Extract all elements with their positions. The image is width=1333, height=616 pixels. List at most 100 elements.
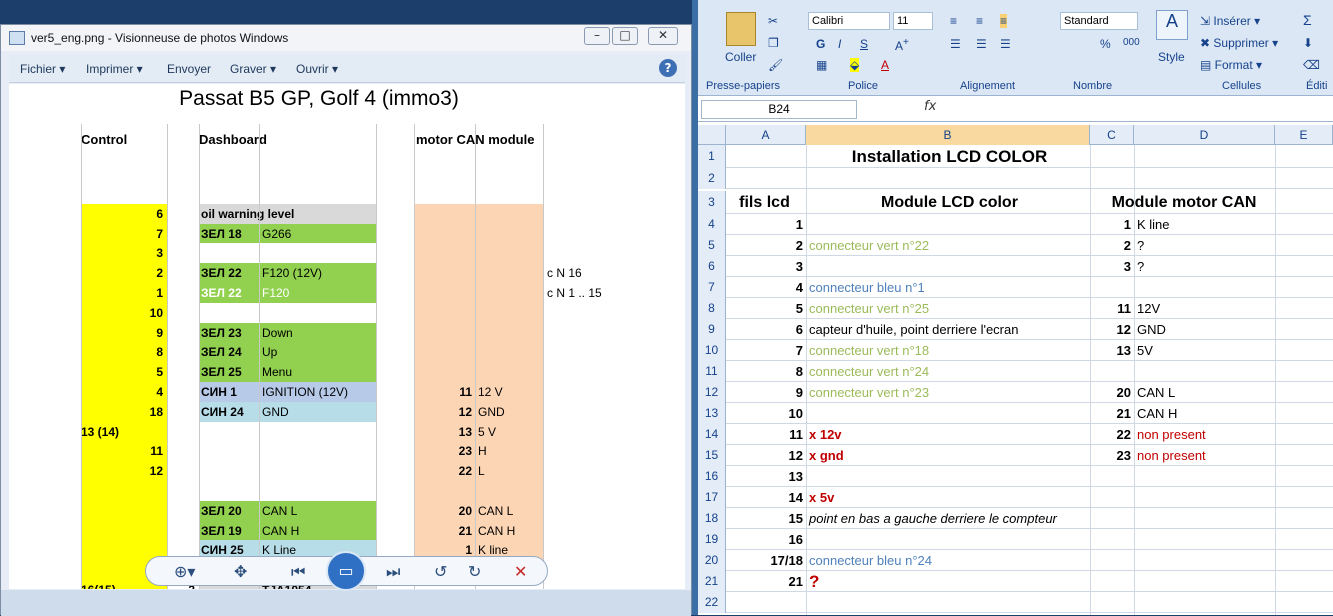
cell-c[interactable]: 2 bbox=[1090, 235, 1134, 256]
cell-d[interactable] bbox=[1134, 529, 1275, 550]
cell-a[interactable]: 14 bbox=[726, 487, 806, 508]
menu-graver[interactable]: Graver ▾ bbox=[230, 62, 276, 76]
cell-d[interactable]: ? bbox=[1134, 256, 1275, 277]
align-right-icon[interactable]: ☰ bbox=[1000, 37, 1011, 51]
cell-a[interactable] bbox=[726, 168, 806, 189]
align-bottom-icon[interactable]: ≡ bbox=[1000, 14, 1008, 28]
cell-a[interactable]: 5 bbox=[726, 298, 806, 319]
cell-d[interactable] bbox=[1134, 508, 1275, 529]
borders-icon[interactable]: ▦ bbox=[816, 58, 827, 72]
row-header[interactable]: 22 bbox=[698, 592, 726, 613]
cell-c[interactable] bbox=[1090, 529, 1134, 550]
row-header[interactable]: 19 bbox=[698, 529, 726, 550]
cell-a[interactable]: 7 bbox=[726, 340, 806, 361]
help-icon[interactable]: ? bbox=[659, 59, 677, 77]
cell-c[interactable] bbox=[1090, 277, 1134, 298]
cell-d[interactable] bbox=[1134, 592, 1275, 613]
cell-b[interactable]: connecteur vert n°25 bbox=[806, 298, 1090, 319]
cell-c[interactable]: 1 bbox=[1090, 214, 1134, 235]
row-header[interactable]: 14 bbox=[698, 424, 726, 445]
cell-b[interactable] bbox=[806, 529, 1090, 550]
next-icon[interactable]: ⏭ bbox=[386, 562, 400, 582]
cell-b[interactable]: connecteur bleu n°24 bbox=[806, 550, 1090, 571]
column-header-c[interactable]: C bbox=[1090, 125, 1134, 145]
cell-b[interactable]: Installation LCD COLOR bbox=[806, 145, 1090, 168]
column-header-a[interactable]: A bbox=[726, 125, 806, 145]
cell-a[interactable]: 16 bbox=[726, 529, 806, 550]
name-box[interactable]: B24 bbox=[701, 100, 857, 119]
maximize-button[interactable]: □ bbox=[612, 27, 638, 45]
cell-c[interactable] bbox=[1090, 145, 1134, 168]
cell-b[interactable]: connecteur vert n°24 bbox=[806, 361, 1090, 382]
cell-d[interactable]: K line bbox=[1134, 214, 1275, 235]
cell-a[interactable]: 12 bbox=[726, 445, 806, 466]
cell-b[interactable]: capteur d'huile, point derriere l'ecran bbox=[806, 319, 1090, 340]
row-header[interactable]: 16 bbox=[698, 466, 726, 487]
cell-d[interactable] bbox=[1134, 550, 1275, 571]
cell-b[interactable]: connecteur bleu n°1 bbox=[806, 277, 1090, 298]
cell-d[interactable] bbox=[1134, 571, 1275, 592]
cell-c[interactable]: 23 bbox=[1090, 445, 1134, 466]
cell-a[interactable]: 21 bbox=[726, 571, 806, 592]
row-header[interactable]: 13 bbox=[698, 403, 726, 424]
style-icon[interactable]: A bbox=[1156, 10, 1188, 40]
cell-b[interactable] bbox=[806, 592, 1090, 613]
cell-b[interactable]: Module LCD color bbox=[806, 191, 1090, 214]
cell-b[interactable]: point en bas a gauche derriere le compte… bbox=[806, 508, 1090, 529]
fx-icon[interactable]: fx bbox=[924, 99, 936, 114]
paste-button[interactable]: Coller bbox=[725, 50, 756, 64]
cell-a[interactable]: 6 bbox=[726, 319, 806, 340]
zoom-icon[interactable]: ⊕▾ bbox=[174, 562, 195, 581]
clear-icon[interactable]: ⌫ bbox=[1303, 58, 1320, 72]
cell-c[interactable] bbox=[1090, 508, 1134, 529]
cell-c[interactable] bbox=[1090, 466, 1134, 487]
fill-color-icon[interactable]: ⬙ bbox=[850, 58, 860, 72]
row-header[interactable]: 4 bbox=[698, 214, 726, 235]
fill-icon[interactable]: ⬇ bbox=[1303, 36, 1313, 50]
cell-d[interactable] bbox=[1134, 277, 1275, 298]
row-header[interactable]: 17 bbox=[698, 487, 726, 508]
cell-a[interactable] bbox=[726, 145, 806, 168]
column-header-b[interactable]: B bbox=[806, 125, 1090, 145]
cell-d[interactable]: CAN L bbox=[1134, 382, 1275, 403]
cell-a[interactable]: 3 bbox=[726, 256, 806, 277]
row-header[interactable]: 8 bbox=[698, 298, 726, 319]
cell-a[interactable]: 9 bbox=[726, 382, 806, 403]
cell-d[interactable] bbox=[1134, 145, 1275, 168]
cell-b[interactable] bbox=[806, 168, 1090, 189]
row-header[interactable]: 20 bbox=[698, 550, 726, 571]
cell-b[interactable]: ? bbox=[806, 571, 1090, 592]
align-left-icon[interactable]: ☰ bbox=[950, 37, 961, 51]
row-header[interactable]: 21 bbox=[698, 571, 726, 592]
cell-b[interactable]: connecteur vert n°22 bbox=[806, 235, 1090, 256]
align-center-icon[interactable]: ☰ bbox=[976, 37, 987, 51]
cell-c[interactable]: 11 bbox=[1090, 298, 1134, 319]
cell-c[interactable] bbox=[1090, 550, 1134, 571]
grow-font-icon[interactable]: A+ bbox=[895, 37, 909, 53]
cell-c[interactable] bbox=[1090, 487, 1134, 508]
cell-d[interactable]: CAN H bbox=[1134, 403, 1275, 424]
cell-c[interactable]: 22 bbox=[1090, 424, 1134, 445]
format-painter-icon[interactable]: 🖌 bbox=[768, 58, 783, 72]
row-header[interactable]: 7 bbox=[698, 277, 726, 298]
cell-d[interactable]: 12V bbox=[1134, 298, 1275, 319]
cell-a[interactable]: 2 bbox=[726, 235, 806, 256]
cell-d[interactable] bbox=[1134, 168, 1275, 189]
cell-c[interactable] bbox=[1090, 361, 1134, 382]
cell-d[interactable]: non present bbox=[1134, 424, 1275, 445]
cell-a[interactable]: 13 bbox=[726, 466, 806, 487]
cell-c[interactable]: 3 bbox=[1090, 256, 1134, 277]
sum-icon[interactable]: Σ bbox=[1303, 12, 1312, 28]
cell-d[interactable] bbox=[1134, 487, 1275, 508]
style-button[interactable]: Style bbox=[1158, 50, 1185, 64]
number-format-select[interactable]: Standard bbox=[1060, 12, 1138, 30]
row-header[interactable]: 11 bbox=[698, 361, 726, 382]
menu-ouvrir[interactable]: Ouvrir ▾ bbox=[296, 62, 338, 76]
format-button[interactable]: ▤ Format ▾ bbox=[1200, 58, 1262, 72]
row-header[interactable]: 15 bbox=[698, 445, 726, 466]
cell-b[interactable]: x 5v bbox=[806, 487, 1090, 508]
italic-icon[interactable]: I bbox=[838, 37, 841, 51]
cell-b[interactable]: connecteur vert n°23 bbox=[806, 382, 1090, 403]
percent-button[interactable]: % bbox=[1100, 37, 1111, 51]
close-button[interactable]: ✕ bbox=[648, 27, 678, 45]
